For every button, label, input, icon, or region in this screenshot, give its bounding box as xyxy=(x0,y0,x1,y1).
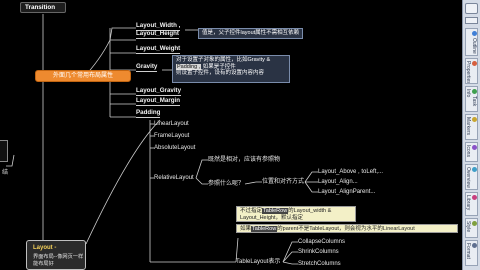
link-rel-a xyxy=(195,159,208,179)
tab-properties[interactable]: Properties xyxy=(465,58,478,84)
layout-topic-subtitle: 界面布局--像网页一样能布局好 xyxy=(33,254,84,267)
topic-relative-branch-c[interactable]: 位置和对齐方式 xyxy=(262,179,304,186)
note-width-height: 值是，父子控件layout属性不需相互依赖 xyxy=(198,28,304,39)
tab-task-info[interactable]: Task Info xyxy=(465,86,478,112)
tab-markers-label: Markers xyxy=(465,117,471,136)
note-gravity: 对于设置子对象的属性，比如Gravity & Padding , 如果是子控件 … xyxy=(172,55,290,83)
link-layout-main xyxy=(85,119,161,245)
tab-overview[interactable]: Overview xyxy=(465,164,478,190)
topic-layout-weight[interactable]: Layout_Weight xyxy=(136,45,181,54)
topic-relative-item[interactable]: Layout_AlignParent... xyxy=(318,189,375,196)
properties-icon xyxy=(471,61,477,66)
topic-relative-branch-b[interactable]: 参照什么呢？ xyxy=(208,181,244,188)
link-rel-i1 xyxy=(304,171,318,183)
icons-icon xyxy=(471,145,477,150)
link-rel-b xyxy=(195,177,208,185)
tab-style[interactable]: Style xyxy=(465,218,478,238)
note-tablerow-default: 不过指定TableRow的Layout_width & Layout_Heigh… xyxy=(236,206,356,222)
format-icon xyxy=(471,243,477,248)
topic-layout-height[interactable]: Layout_Height xyxy=(136,30,179,39)
note-text: 的Layout_width & xyxy=(288,208,332,214)
topic-frame-layout[interactable]: FrameLayout xyxy=(154,133,189,140)
link-rel-c xyxy=(244,181,262,185)
note-gravity-line1: 对于设置子对象的属性，比如Gravity & xyxy=(176,57,271,63)
overview-icon xyxy=(471,167,477,172)
topic-relative-branch-a[interactable]: 既然是相对，应该有参照物 xyxy=(208,157,280,164)
tab-properties-label: Properties xyxy=(465,61,471,84)
tab-format[interactable]: Format xyxy=(465,240,478,266)
root-topic[interactable]: Transition xyxy=(20,2,66,13)
link-rel-i3 xyxy=(304,181,318,193)
orange-topic[interactable]: 外面几个常用布局属性 xyxy=(35,70,131,82)
topic-absolute-layout[interactable]: AbsoluteLayout xyxy=(154,145,195,152)
topic-gravity[interactable]: Gravity xyxy=(136,63,158,72)
panel-menu-button[interactable] xyxy=(465,17,478,24)
topic-relative-item[interactable]: Layout_Align... xyxy=(318,179,358,186)
topic-table-item[interactable]: ShrinkColumns xyxy=(298,249,339,256)
topic-layout-gravity[interactable]: Layout_Gravity xyxy=(136,87,182,96)
panel-toggle-button[interactable] xyxy=(465,3,478,14)
note-highlight: TableRow xyxy=(251,226,278,232)
markers-icon xyxy=(471,117,477,122)
layout-topic-title: Layout - xyxy=(33,245,57,251)
tab-library[interactable]: Library xyxy=(465,192,478,216)
note-highlight: TableRow xyxy=(262,208,289,214)
library-icon xyxy=(471,195,477,200)
tab-style-label: Style xyxy=(465,221,471,233)
tab-outline-label: Outline xyxy=(471,38,477,54)
note-tablerow-line2: Layout_Height，默认指定 xyxy=(240,214,303,221)
tab-icons-label: Icons xyxy=(465,145,471,157)
tab-library-label: Library xyxy=(465,195,471,211)
mindmap-canvas[interactable]: Transition Layout_Width , Layout_Height … xyxy=(0,0,480,270)
collapsed-branch-marker[interactable] xyxy=(0,140,8,162)
link-table-i3 xyxy=(282,261,298,265)
note-text: 如果 xyxy=(240,226,252,232)
topic-table-item[interactable]: StretchColumns xyxy=(298,261,341,268)
outline-icon xyxy=(471,31,477,36)
layout-topic[interactable]: Layout - 界面布局--像网页一样能布局好 xyxy=(26,240,86,270)
tab-icons[interactable]: Icons xyxy=(465,142,478,162)
note-text: 的parent不是TableLayout，则会视为水平的LinearLayout xyxy=(277,226,415,232)
topic-relative-layout[interactable]: RelativeLayout xyxy=(154,175,194,182)
style-icon xyxy=(471,221,477,226)
topic-linear-layout[interactable]: LinearLayout xyxy=(154,121,189,128)
topic-padding[interactable]: Padding xyxy=(136,109,161,118)
left-edge-fragment: 结 xyxy=(2,170,9,176)
link-width xyxy=(109,27,136,41)
note-gravity-line3: 如果是子控件 xyxy=(202,63,236,70)
note-text: 不过指定 xyxy=(240,208,263,214)
tab-format-label: Format xyxy=(465,243,471,259)
topic-layout-margin[interactable]: Layout_Margin xyxy=(136,97,181,106)
task-icon xyxy=(471,89,477,94)
tab-overview-label: Overview xyxy=(465,167,471,188)
note-gravity-line4: 则设置子控件，设有的设置内容内容 xyxy=(176,70,265,77)
right-side-toolbar: Outline Properties Task Info Markers Ico… xyxy=(462,0,480,270)
topic-table-layout[interactable]: TableLayout表示 xyxy=(236,259,280,266)
tab-outline[interactable]: Outline xyxy=(465,28,478,56)
tab-markers[interactable]: Markers xyxy=(465,114,478,140)
note-tablerow-parent: 如果TableRow的parent不是TableLayout，则会视为水平的Li… xyxy=(236,224,458,233)
note-gravity-highlight: Padding , xyxy=(176,63,202,70)
topic-table-item[interactable]: CollapseColumns xyxy=(298,239,345,246)
topic-relative-item[interactable]: Layout_Above , toLeft,... xyxy=(318,169,383,176)
note-tablerow-line1: 不过指定TableRow的Layout_width & xyxy=(240,208,352,215)
